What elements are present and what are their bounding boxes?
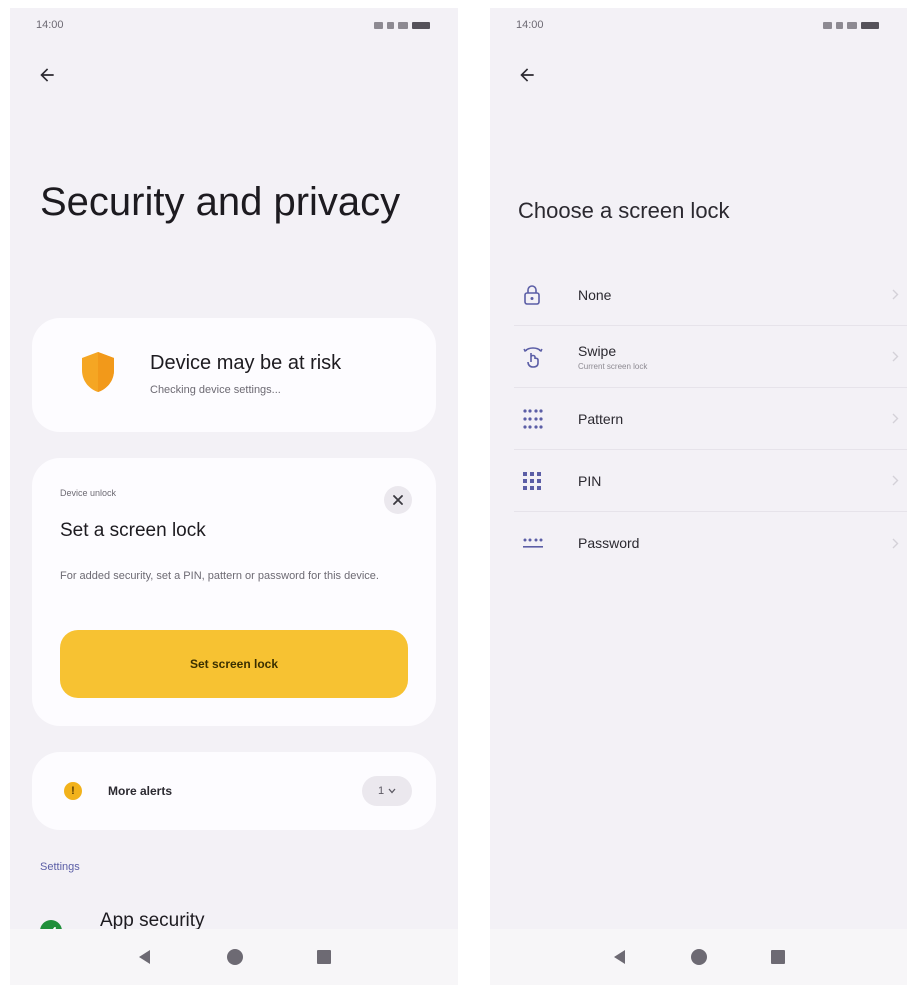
notification-icon bbox=[823, 21, 832, 29]
pattern-icon bbox=[523, 408, 543, 429]
status-bar: 14:00 bbox=[10, 8, 458, 42]
risk-subtitle: Checking device settings... bbox=[150, 384, 281, 396]
arrow-back-icon bbox=[520, 68, 534, 82]
lock-option-label: Swipe bbox=[578, 342, 617, 359]
chevron-right-icon bbox=[892, 475, 898, 486]
vibrate-icon bbox=[387, 21, 394, 29]
card-title: Set a screen lock bbox=[60, 520, 206, 541]
lock-option-pattern[interactable]: Pattern bbox=[514, 388, 907, 450]
status-time: 14:00 bbox=[516, 19, 544, 31]
pin-icon bbox=[523, 471, 541, 490]
swipe-icon bbox=[523, 346, 543, 368]
security-privacy-screen: 14:00 Security and privacy Device may be… bbox=[10, 8, 458, 985]
signal-icon bbox=[847, 21, 857, 29]
lock-open-icon bbox=[524, 284, 540, 305]
page-title: Choose a screen lock bbox=[518, 198, 730, 223]
lock-options-list: None Swipe Current screen lock Pattern P… bbox=[514, 264, 907, 574]
status-icons bbox=[374, 21, 430, 29]
navigation-bar bbox=[10, 929, 458, 985]
more-alerts-label: More alerts bbox=[108, 784, 173, 798]
close-icon bbox=[393, 495, 403, 505]
risk-title: Device may be at risk bbox=[150, 352, 342, 374]
arrow-back-icon bbox=[40, 68, 54, 82]
password-icon bbox=[523, 538, 543, 548]
lock-option-none[interactable]: None bbox=[514, 264, 907, 326]
section-header-settings: Settings bbox=[40, 861, 80, 873]
risk-card[interactable]: Device may be at risk Checking device se… bbox=[32, 318, 436, 432]
chevron-right-icon bbox=[892, 538, 898, 548]
battery-icon bbox=[412, 21, 430, 29]
lock-option-swipe[interactable]: Swipe Current screen lock bbox=[514, 326, 907, 388]
status-time: 14:00 bbox=[36, 19, 64, 31]
lock-option-label: None bbox=[578, 286, 612, 303]
lock-option-subtitle: Current screen lock bbox=[578, 361, 648, 371]
nav-recents-button[interactable] bbox=[770, 949, 786, 965]
screen-lock-card: Device unlock Set a screen lock For adde… bbox=[32, 458, 436, 726]
alerts-count-chip[interactable]: 1 bbox=[362, 776, 412, 806]
vibrate-icon bbox=[836, 21, 843, 29]
battery-icon bbox=[861, 21, 879, 29]
nav-back-button[interactable] bbox=[136, 948, 154, 966]
lock-option-label: PIN bbox=[578, 472, 602, 489]
choose-screen-lock-screen: 14:00 Choose a screen lock None Swipe Cu… bbox=[490, 8, 907, 985]
page-title: Security and privacy bbox=[40, 180, 401, 224]
card-overline: Device unlock bbox=[60, 488, 117, 498]
navigation-bar bbox=[490, 929, 907, 985]
chevron-down-icon bbox=[388, 788, 396, 794]
shield-icon bbox=[80, 350, 116, 399]
alert-icon: ! bbox=[64, 782, 82, 800]
back-button[interactable] bbox=[32, 60, 62, 90]
chevron-right-icon bbox=[892, 351, 898, 362]
lock-option-label: Pattern bbox=[578, 410, 624, 427]
back-button[interactable] bbox=[512, 60, 542, 90]
lock-option-pin[interactable]: PIN bbox=[514, 450, 907, 512]
signal-icon bbox=[398, 21, 408, 29]
set-screen-lock-button[interactable]: Set screen lock bbox=[60, 630, 408, 698]
card-description: For added security, set a PIN, pattern o… bbox=[60, 570, 379, 582]
nav-home-button[interactable] bbox=[690, 948, 708, 966]
nav-recents-button[interactable] bbox=[316, 949, 332, 965]
alerts-count: 1 bbox=[377, 785, 385, 797]
dismiss-card-button[interactable] bbox=[384, 486, 412, 514]
notification-icon bbox=[374, 21, 383, 29]
chevron-right-icon bbox=[892, 289, 898, 300]
nav-home-button[interactable] bbox=[226, 948, 244, 966]
nav-back-button[interactable] bbox=[611, 948, 629, 966]
status-bar: 14:00 bbox=[490, 8, 907, 42]
chevron-right-icon bbox=[892, 413, 898, 424]
more-alerts-card[interactable]: ! More alerts 1 bbox=[32, 752, 436, 830]
status-icons bbox=[823, 21, 879, 29]
lock-option-password[interactable]: Password bbox=[514, 512, 907, 574]
lock-option-label: Password bbox=[578, 535, 640, 551]
